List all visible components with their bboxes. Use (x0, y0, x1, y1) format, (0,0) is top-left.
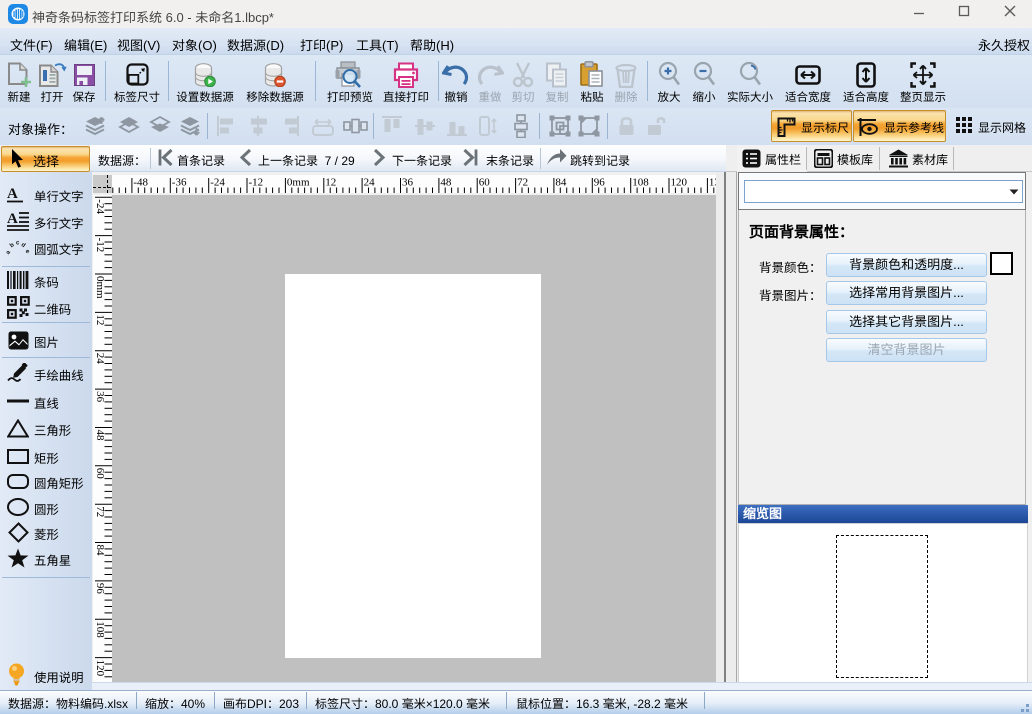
svg-text:72: 72 (517, 177, 528, 189)
svg-text:-36: -36 (172, 177, 187, 189)
svg-text:-24: -24 (94, 199, 106, 214)
svg-text:0mm: 0mm (94, 276, 106, 299)
svg-text:84: 84 (94, 545, 106, 557)
svg-text:84: 84 (555, 177, 567, 189)
svg-text:120: 120 (671, 177, 688, 189)
svg-text:120: 120 (94, 660, 106, 677)
svg-text:48: 48 (94, 430, 106, 442)
svg-text:-48: -48 (133, 177, 148, 189)
svg-text:d: d (20, 242, 27, 249)
svg-text:96: 96 (594, 177, 606, 189)
svg-text:e: e (24, 248, 30, 254)
svg-text:24: 24 (364, 177, 376, 189)
svg-text:60: 60 (479, 177, 491, 189)
svg-text:c: c (16, 240, 20, 246)
svg-text:36: 36 (402, 177, 414, 189)
svg-text:A: A (7, 186, 18, 202)
svg-text:12: 12 (325, 177, 336, 189)
svg-text:108: 108 (632, 177, 649, 189)
svg-text:108: 108 (94, 621, 106, 638)
svg-text:96: 96 (94, 583, 106, 595)
svg-text:0mm: 0mm (287, 177, 310, 189)
svg-text:b: b (9, 242, 16, 249)
svg-text:A: A (7, 211, 18, 227)
svg-text:-24: -24 (210, 177, 225, 189)
svg-text:-12: -12 (94, 238, 106, 253)
svg-text:a: a (6, 249, 12, 255)
svg-text:36: 36 (94, 391, 106, 403)
svg-text:24: 24 (94, 353, 106, 365)
svg-text:48: 48 (440, 177, 452, 189)
svg-text:60: 60 (94, 468, 106, 480)
svg-text:12: 12 (94, 314, 106, 325)
svg-text:-12: -12 (249, 177, 264, 189)
svg-text:132: 132 (709, 177, 716, 189)
svg-text:72: 72 (94, 506, 106, 517)
